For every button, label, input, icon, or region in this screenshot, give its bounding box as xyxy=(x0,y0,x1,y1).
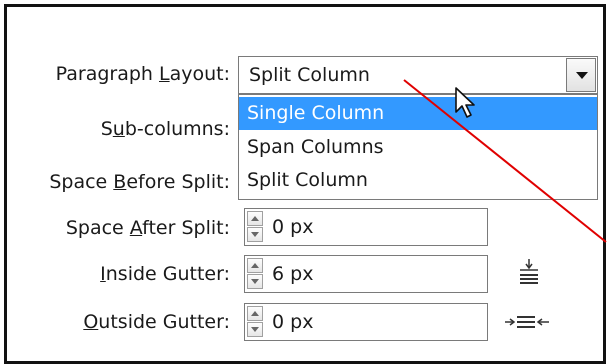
mouse-pointer-icon xyxy=(455,87,475,118)
annotation-arrow-line xyxy=(403,79,607,243)
